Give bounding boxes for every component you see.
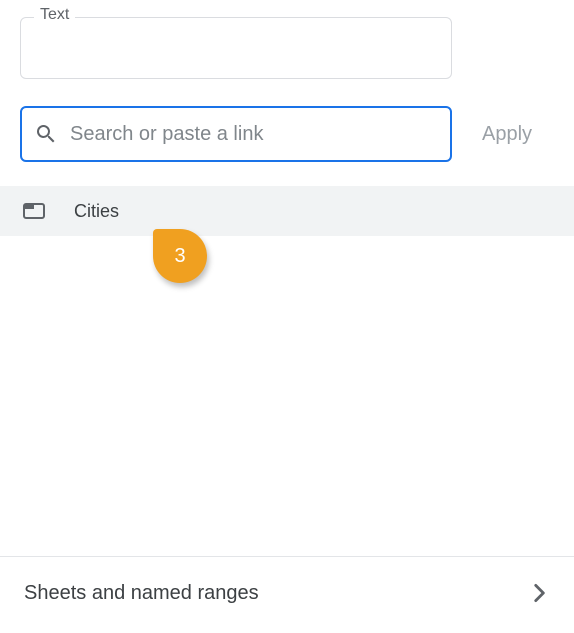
footer-label: Sheets and named ranges (24, 582, 259, 605)
search-icon (34, 122, 58, 146)
sheets-and-named-ranges-row[interactable]: Sheets and named ranges (0, 557, 574, 629)
apply-button[interactable]: Apply (478, 112, 536, 156)
suggestion-label: Cities (74, 201, 119, 222)
sheet-tab-icon (22, 199, 46, 223)
search-field[interactable] (20, 106, 452, 162)
text-field[interactable]: Text (20, 17, 452, 79)
suggestion-row[interactable]: Cities (0, 186, 574, 236)
text-field-label: Text (34, 6, 75, 24)
chevron-right-icon (526, 580, 552, 606)
text-input[interactable] (20, 17, 452, 79)
search-input[interactable] (70, 123, 440, 146)
step-marker: 3 (153, 229, 207, 283)
